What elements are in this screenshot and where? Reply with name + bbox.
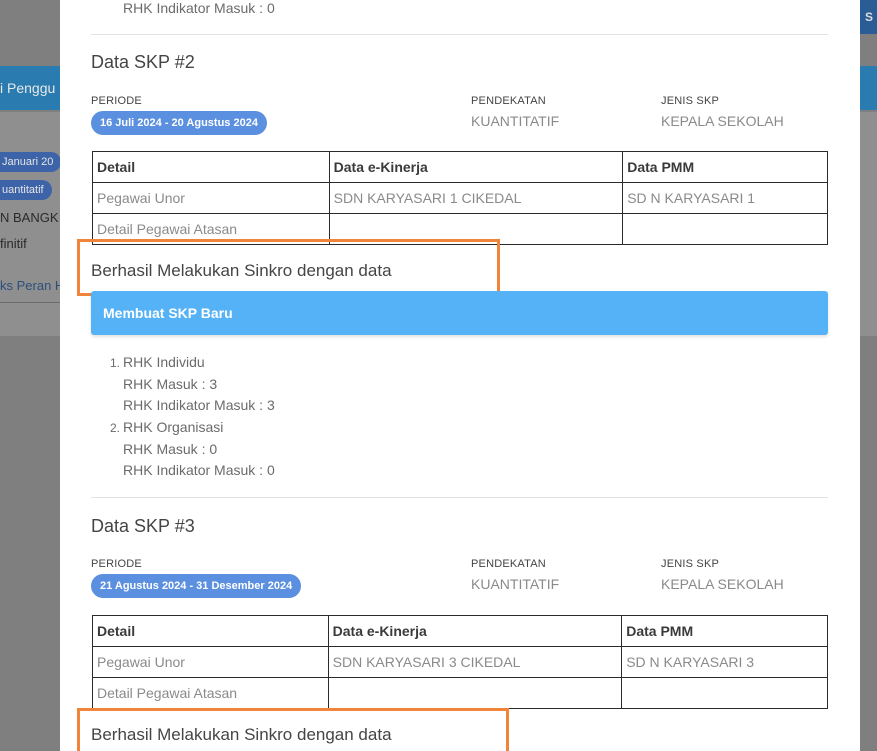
skp3-title: Data SKP #3 [91, 516, 195, 536]
skp2-periode-badge: 16 Juli 2024 - 20 Agustus 2024 [91, 111, 267, 135]
column-header-pmm: Data PMM [622, 151, 828, 183]
background-header-button: S [859, 0, 877, 34]
column-header-pmm: Data PMM [621, 615, 828, 647]
skp2-highlight-box [77, 239, 500, 296]
background-divider [0, 302, 60, 303]
column-header-detail: Detail [92, 615, 329, 647]
cell-pmm: SD N KARYASARI 3 [621, 646, 828, 678]
skp3-jenis-label: JENIS SKP [661, 558, 720, 570]
table-row: Detail Pegawai Atasan [92, 677, 828, 709]
create-new-skp-banner: Membuat SKP Baru [91, 291, 828, 335]
rhk-item-number: 2. [110, 421, 121, 435]
cell-ekinerja: SDN KARYASARI 3 CIKEDAL [327, 646, 623, 678]
section-divider [91, 34, 828, 35]
column-header-ekinerja: Data e-Kinerja [328, 151, 624, 183]
skp2-title: Data SKP #2 [91, 52, 195, 72]
skp2-jenis-value: KEPALA SEKOLAH [661, 113, 784, 129]
rhk-item-name: RHK Individu [123, 354, 205, 370]
sync-result-modal: RHK Indikator Masuk : 0 Data SKP #2 PERI… [60, 0, 860, 751]
rhk-item-name: RHK Organisasi [123, 419, 224, 435]
cell-pmm [622, 213, 828, 245]
background-kuantitatif-pill: uantitatif [0, 180, 52, 200]
skp2-pendekatan-label: PENDEKATAN [471, 95, 546, 107]
background-text-finitif: finitif [0, 236, 27, 251]
table-header-row: Detail Data e-Kinerja Data PMM [92, 151, 828, 183]
skp2-pendekatan-value: KUANTITATIF [471, 113, 560, 129]
rhk-item-number: 1. [110, 356, 121, 370]
cell-detail: Pegawai Unor [92, 182, 330, 214]
rhk-indikator-masuk: RHK Indikator Masuk : 0 [123, 0, 275, 16]
skp3-periode-badge: 21 Agustus 2024 - 31 Desember 2024 [91, 574, 302, 598]
cell-ekinerja: SDN KARYASARI 1 CIKEDAL [328, 182, 624, 214]
table-row: Pegawai Unor SDN KARYASARI 3 CIKEDAL SD … [92, 646, 828, 678]
rhk-masuk: RHK Masuk : 3 [123, 376, 218, 392]
rhk-masuk: RHK Masuk : 0 [123, 441, 218, 457]
cell-detail: Pegawai Unor [92, 646, 329, 678]
table-row: Pegawai Unor SDN KARYASARI 1 CIKEDAL SD … [92, 182, 828, 214]
skp3-pendekatan-value: KUANTITATIF [471, 576, 560, 592]
cell-ekinerja [327, 677, 623, 709]
background-link-peran: ks Peran H [0, 278, 65, 293]
column-header-detail: Detail [92, 151, 330, 183]
cell-pmm [621, 677, 828, 709]
background-text-bangk: N BANGK [0, 210, 59, 225]
rhk-indikator-masuk: RHK Indikator Masuk : 3 [123, 397, 275, 413]
rhk-indikator-masuk: RHK Indikator Masuk : 0 [123, 462, 275, 478]
background-date-pill: Januari 20 [0, 152, 62, 172]
skp3-comparison-table: Detail Data e-Kinerja Data PMM Pegawai U… [92, 615, 828, 709]
table-header-row: Detail Data e-Kinerja Data PMM [92, 615, 828, 647]
skp2-jenis-label: JENIS SKP [661, 95, 720, 107]
section-divider [91, 497, 828, 498]
skp3-pendekatan-label: PENDEKATAN [471, 558, 546, 570]
background-page-title: i Penggu [0, 80, 56, 96]
skp3-periode-label: PERIODE [91, 558, 142, 570]
skp3-highlight-box [77, 708, 509, 751]
skp3-jenis-value: KEPALA SEKOLAH [661, 576, 784, 592]
column-header-ekinerja: Data e-Kinerja [327, 615, 623, 647]
skp2-comparison-table: Detail Data e-Kinerja Data PMM Pegawai U… [92, 151, 828, 245]
cell-detail: Detail Pegawai Atasan [92, 677, 329, 709]
skp2-periode-label: PERIODE [91, 95, 142, 107]
cell-pmm: SD N KARYASARI 1 [622, 182, 828, 214]
